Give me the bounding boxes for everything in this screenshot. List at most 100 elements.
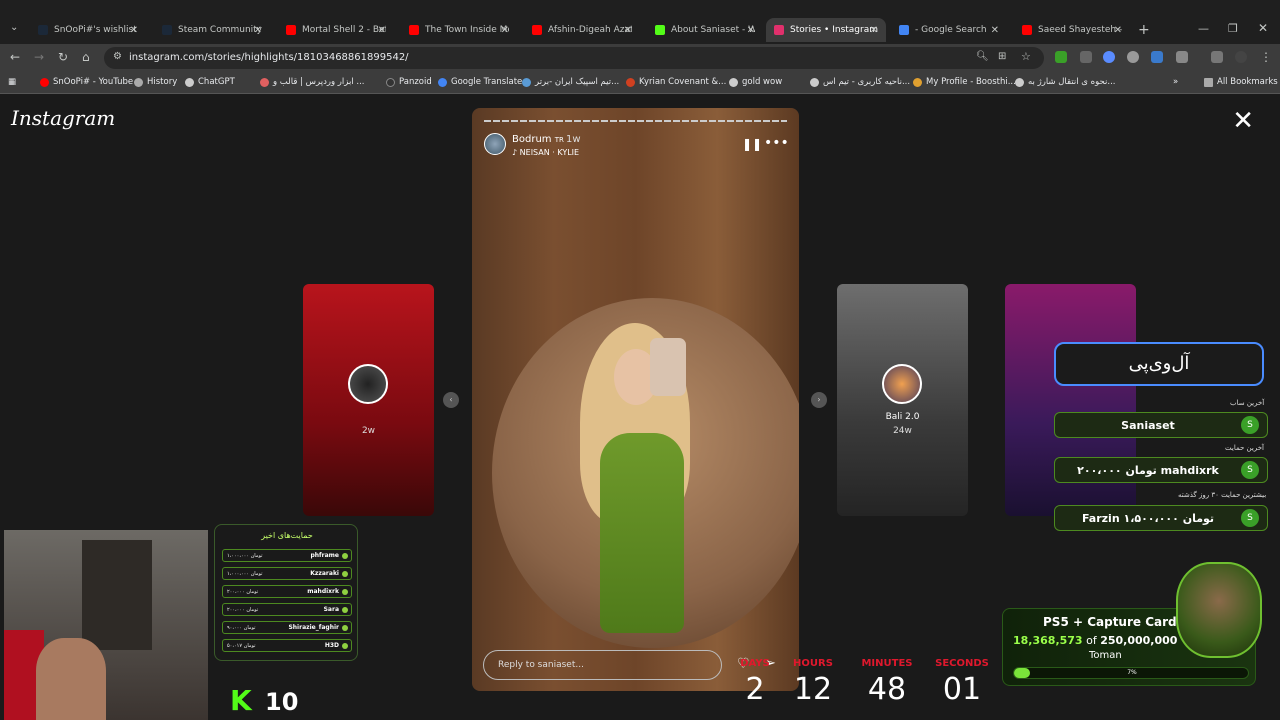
- extension-icon[interactable]: [1151, 51, 1163, 63]
- previous-story-preview[interactable]: 2w: [303, 284, 434, 516]
- back-icon[interactable]: ←: [10, 50, 20, 64]
- address-bar[interactable]: ⚙ instagram.com/stories/highlights/18103…: [104, 47, 1044, 69]
- browser-tab[interactable]: Mortal Shell 2 - Befo ✕: [278, 18, 394, 42]
- bookmark-item[interactable]: History: [134, 77, 177, 87]
- close-icon[interactable]: ✕: [501, 25, 509, 36]
- bookmark-item[interactable]: My Profile - Boosthi...: [913, 77, 1016, 87]
- all-bookmarks-button[interactable]: All Bookmarks: [1204, 77, 1278, 87]
- donor-name: Sara: [323, 606, 339, 613]
- pause-icon[interactable]: ❚❚: [742, 137, 762, 151]
- install-icon[interactable]: ⊞: [998, 51, 1006, 62]
- bookmark-item[interactable]: Kyrian Covenant &...: [626, 77, 726, 87]
- kick-logo-icon: K: [230, 684, 252, 717]
- donor-name: phframe: [310, 552, 339, 559]
- bookmark-item[interactable]: ChatGPT: [185, 77, 235, 87]
- youtube-icon: [40, 77, 49, 87]
- close-icon[interactable]: ✕: [1114, 25, 1122, 36]
- instagram-logo[interactable]: Instagram: [11, 106, 115, 130]
- extensions-puzzle-icon[interactable]: [1176, 51, 1188, 63]
- flag-badge: TR: [554, 136, 564, 144]
- bookmark-item[interactable]: تیم اسپیک ایران -برتر...: [522, 77, 619, 87]
- tab-favicon: [38, 25, 48, 35]
- forward-icon[interactable]: →: [34, 50, 44, 64]
- next-story-preview[interactable]: Bali 2.0 24w: [837, 284, 968, 516]
- close-icon[interactable]: ✕: [870, 25, 878, 36]
- browser-toolbar: ← → ↻ ⌂ ⚙ instagram.com/stories/highligh…: [0, 44, 1280, 72]
- extension-icon[interactable]: [1127, 51, 1139, 63]
- close-icon[interactable]: ✕: [991, 25, 999, 36]
- streamer-avatar-logo: [1176, 562, 1262, 658]
- donor-name: Kzzaraki: [310, 570, 339, 577]
- browser-tab[interactable]: The Town Inside Me | ✕: [401, 18, 517, 42]
- top-donation-text: Farzin ۱،۵۰۰،۰۰۰ تومان: [1081, 511, 1215, 525]
- maximize-icon[interactable]: ❐: [1228, 22, 1238, 35]
- donation-amount: ۲۰۰،۰۰۰ تومان: [227, 589, 259, 595]
- bookmark-item[interactable]: ناحیه کاربری - تیم اس...: [810, 77, 910, 87]
- browser-tab[interactable]: Afshin-Digeah Azat B ✕: [524, 18, 640, 42]
- bookmark-favicon: [626, 77, 635, 87]
- bookmark-item[interactable]: Google Translate: [438, 77, 522, 87]
- next-story-arrow-icon[interactable]: ›: [811, 392, 827, 408]
- bookmark-label: SnOoPi# - YouTube: [53, 77, 134, 87]
- zoom-icon[interactable]: 🔍︎: [976, 51, 989, 62]
- timer-minutes: MINUTES 48: [852, 658, 922, 707]
- profile-avatar[interactable]: [1235, 51, 1247, 63]
- folder-icon: [1204, 77, 1213, 87]
- webcam-feed: [4, 530, 208, 720]
- extension-icon[interactable]: [1055, 51, 1067, 63]
- minimize-icon[interactable]: —: [1198, 22, 1209, 35]
- bookmark-label: My Profile - Boosthi...: [926, 77, 1016, 87]
- coin-icon: [342, 571, 348, 577]
- youtube-icon: [286, 25, 296, 35]
- browser-tab[interactable]: - Google Search ✕: [891, 18, 1007, 42]
- extension-icon[interactable]: [1103, 51, 1115, 63]
- story-viewer[interactable]: Bodrum TR 1w ♪ NEISAN · KYLIE ❚❚ •••: [472, 108, 799, 691]
- home-icon[interactable]: ⌂: [82, 50, 90, 64]
- site-info-icon[interactable]: ⚙: [113, 51, 122, 62]
- browser-tab[interactable]: About Saniaset - Wa ✕: [647, 18, 763, 42]
- browser-menu-icon[interactable]: ⋮: [1260, 50, 1272, 64]
- close-icon[interactable]: ✕: [747, 25, 755, 36]
- last-donation-label: آخرین حمایت: [1225, 444, 1264, 452]
- close-icon[interactable]: ✕: [254, 25, 262, 36]
- browser-tab[interactable]: Saeed Shayesteh - S ✕: [1014, 18, 1130, 42]
- donation-amount: ۱،۰۰۰،۰۰۰ تومان: [227, 553, 263, 559]
- bookmark-item[interactable]: Panzoid: [386, 77, 432, 87]
- tab-favicon: [162, 25, 172, 35]
- bookmark-item[interactable]: gold wow: [729, 77, 782, 87]
- bookmark-star-icon[interactable]: ☆: [1021, 50, 1031, 63]
- browser-tab[interactable]: SnOoPi#'s wishlist ✕: [30, 18, 146, 42]
- story-avatar: [348, 364, 388, 404]
- donation-row: ۱،۰۰۰،۰۰۰ تومان phframe: [222, 549, 352, 562]
- new-tab-icon[interactable]: +: [1138, 22, 1150, 38]
- story-author-username[interactable]: Bodrum TR: [512, 134, 564, 145]
- bookmark-item[interactable]: SnOoPi# - YouTube: [40, 77, 133, 87]
- reply-input[interactable]: Reply to saniaset...: [483, 650, 722, 680]
- browser-tab-active[interactable]: Stories • Instagram ✕: [766, 18, 886, 42]
- apps-icon[interactable]: ▦: [8, 77, 16, 87]
- bookmark-item[interactable]: نحوه ی انتقال شارژ به...: [1015, 77, 1115, 87]
- media-control-icon[interactable]: [1211, 51, 1223, 63]
- story-author-avatar[interactable]: [484, 133, 506, 155]
- timer-value: 2: [745, 672, 765, 707]
- story-header: Bodrum TR 1w ♪ NEISAN · KYLIE ❚❚ •••: [484, 132, 789, 162]
- bookmarks-overflow-icon[interactable]: »: [1173, 77, 1178, 87]
- bookmark-label: gold wow: [742, 77, 783, 87]
- bookmark-item[interactable]: ابزار وردپرس | قالب و ...: [260, 77, 365, 87]
- tab-search-icon[interactable]: ⌄: [10, 22, 18, 33]
- extension-icon[interactable]: [1080, 51, 1092, 63]
- reload-icon[interactable]: ↻: [58, 50, 68, 64]
- donation-row: ۹۰،۰۰۰ تومان Shirazie_faghir: [222, 621, 352, 634]
- tab-label: The Town Inside Me |: [425, 25, 509, 35]
- more-options-icon[interactable]: •••: [764, 135, 789, 151]
- browser-tab[interactable]: Steam Community :: ✕: [154, 18, 270, 42]
- close-icon[interactable]: ✕: [624, 25, 632, 36]
- close-icon[interactable]: ✕: [130, 25, 138, 36]
- timer-hours: HOURS 12: [788, 658, 838, 707]
- close-icon[interactable]: ✕: [378, 25, 386, 36]
- previous-story-arrow-icon[interactable]: ‹: [443, 392, 459, 408]
- close-stories-icon[interactable]: ✕: [1232, 106, 1254, 136]
- window-close-icon[interactable]: ✕: [1258, 21, 1268, 35]
- story-music[interactable]: ♪ NEISAN · KYLIE: [512, 148, 579, 157]
- username-text: Bodrum: [512, 134, 552, 145]
